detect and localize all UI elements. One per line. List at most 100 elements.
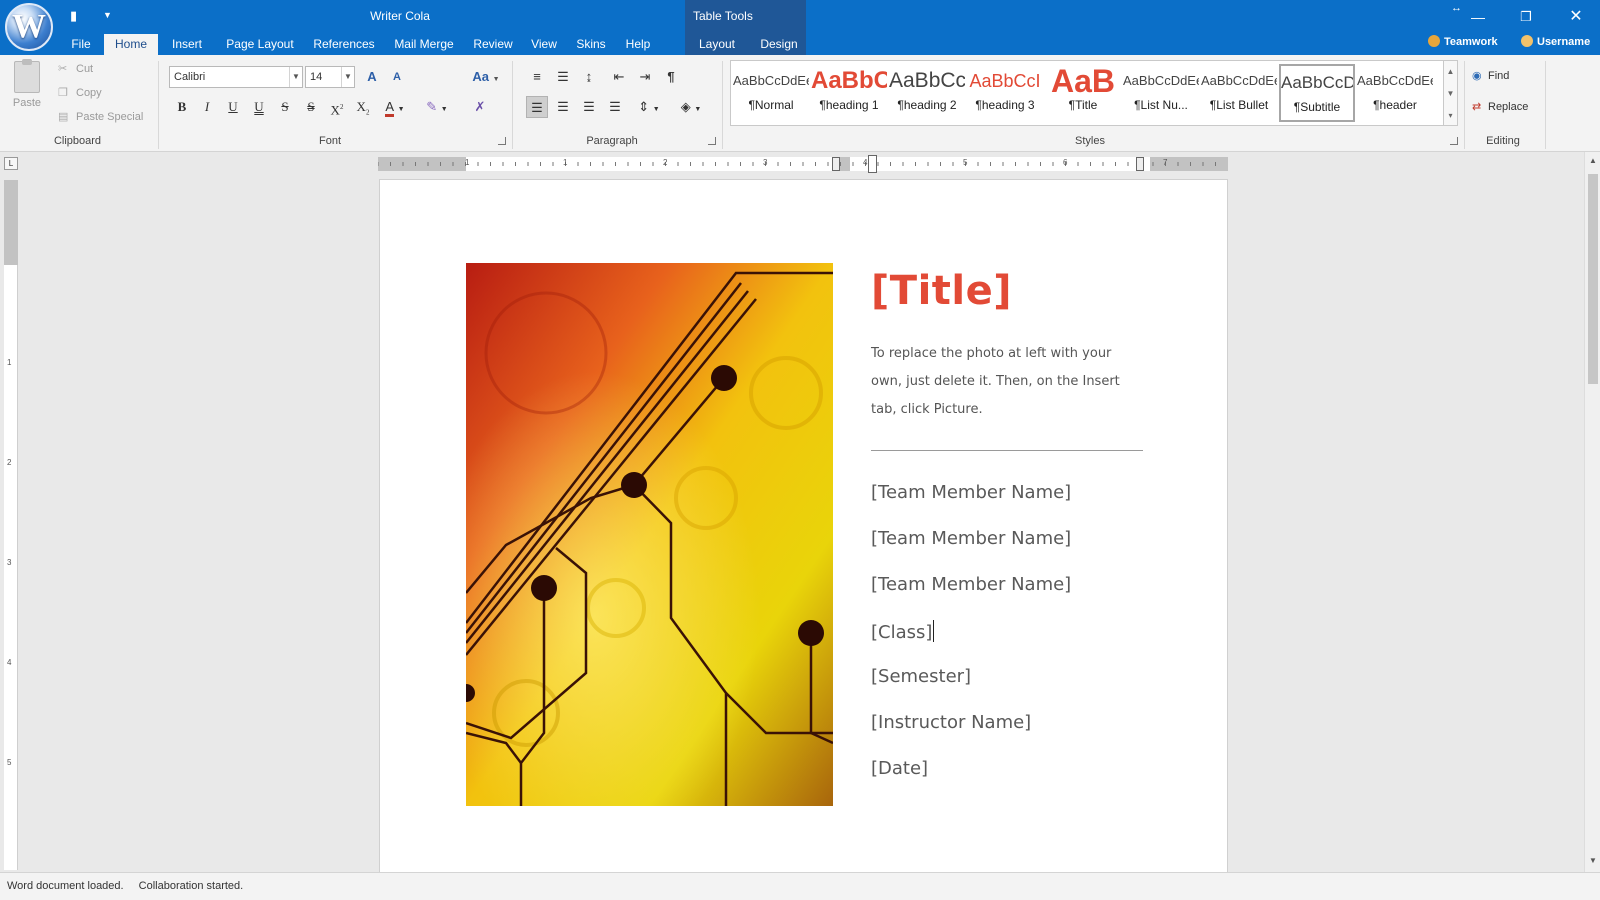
styles-dialog-launcher-icon[interactable] xyxy=(1450,137,1458,145)
style-title[interactable]: AaB ¶Title xyxy=(1045,64,1121,122)
tab-home[interactable]: Home xyxy=(104,34,158,55)
quick-access-dropdown-icon[interactable]: ▼ xyxy=(103,10,112,20)
ruler-number: 1 xyxy=(7,358,12,367)
ruler-ticks xyxy=(378,162,1216,166)
style-list-number[interactable]: AaBbCcDdEe ¶List Nu... xyxy=(1123,64,1199,122)
document-title[interactable]: [Title] xyxy=(871,268,1012,314)
paragraph-dialog-launcher-icon[interactable] xyxy=(708,137,716,145)
scrollbar-thumb[interactable] xyxy=(1588,174,1598,384)
close-button[interactable]: ✕ xyxy=(1560,5,1592,29)
paste-special-button[interactable]: ▤ Paste Special xyxy=(58,108,143,126)
tab-skins[interactable]: Skins xyxy=(570,34,612,55)
save-icon[interactable]: ▮ xyxy=(70,8,77,24)
app-logo-button[interactable]: W xyxy=(5,3,53,51)
user-account-button[interactable]: Username xyxy=(1521,35,1590,48)
style-list-bullet[interactable]: AaBbCcDdEe ¶List Bullet xyxy=(1201,64,1277,122)
minimize-button[interactable]: — xyxy=(1462,5,1494,29)
vertical-scrollbar[interactable]: ▲ ▼ xyxy=(1584,152,1600,872)
style-heading-1[interactable]: AaBbC ¶heading 1 xyxy=(811,64,887,122)
team-member-name-3[interactable]: [Team Member Name] xyxy=(871,574,1071,595)
tab-references[interactable]: References xyxy=(308,34,380,55)
ruler-column-marker[interactable] xyxy=(832,157,840,171)
document-description[interactable]: To replace the photo at left with your o… xyxy=(871,340,1139,424)
tab-file[interactable]: File xyxy=(58,34,104,55)
class-line[interactable]: [Class] xyxy=(871,620,935,643)
shrink-font-button[interactable]: A xyxy=(386,66,408,88)
copy-button[interactable]: ❐ Copy xyxy=(58,84,102,102)
instructor-name-line[interactable]: [Instructor Name] xyxy=(871,712,1031,733)
paste-special-icon: ▤ xyxy=(58,111,69,123)
tab-review[interactable]: Review xyxy=(468,34,518,55)
replace-button[interactable]: ⇄ Replace xyxy=(1472,97,1528,117)
find-label: Find xyxy=(1488,70,1510,82)
subscript-button[interactable]: X2 xyxy=(352,96,374,118)
style-subtitle[interactable]: AaBbCcD ¶Subtitle xyxy=(1279,64,1355,122)
align-left-button[interactable]: ☰ xyxy=(526,96,548,118)
ruler-column-marker[interactable] xyxy=(1136,157,1144,171)
bold-button[interactable]: B xyxy=(171,96,193,118)
restore-button[interactable]: ❐ xyxy=(1510,5,1542,29)
cover-photo[interactable] xyxy=(466,263,833,806)
show-formatting-marks-button[interactable]: ¶ xyxy=(660,66,682,88)
tab-design[interactable]: Design xyxy=(752,34,806,55)
font-color-button[interactable]: A ▼ xyxy=(380,96,410,118)
font-size-select[interactable]: 14 ▼ xyxy=(305,66,355,88)
styles-expand-icon[interactable]: ▾ xyxy=(1444,105,1457,127)
paste-button[interactable]: Paste xyxy=(8,59,46,115)
team-member-name-1[interactable]: [Team Member Name] xyxy=(871,482,1071,503)
grow-font-button[interactable]: A xyxy=(361,66,383,88)
teamwork-button[interactable]: Teamwork xyxy=(1428,35,1498,48)
styles-scroll-down-icon[interactable]: ▼ xyxy=(1444,83,1457,105)
superscript-button[interactable]: X2 xyxy=(326,96,348,118)
justify-button[interactable]: ☰ xyxy=(604,96,626,118)
numbering-button[interactable]: ☰ xyxy=(552,66,574,88)
change-case-button[interactable]: Aa ▼ xyxy=(468,66,504,88)
tab-page-layout[interactable]: Page Layout xyxy=(220,34,300,55)
ruler-number: 5 xyxy=(963,158,968,167)
cut-button[interactable]: ✂ Cut xyxy=(58,60,93,78)
font-dialog-launcher-icon[interactable] xyxy=(498,137,506,145)
style-name: ¶heading 2 xyxy=(897,98,957,112)
vertical-ruler[interactable]: 1 2 3 4 5 xyxy=(4,180,18,870)
underline-button[interactable]: U xyxy=(222,96,244,118)
style-heading-3[interactable]: AaBbCcI ¶heading 3 xyxy=(967,64,1043,122)
double-strikethrough-button[interactable]: S xyxy=(300,96,322,118)
style-normal[interactable]: AaBbCcDdEe ¶Normal xyxy=(733,64,809,122)
scroll-up-icon[interactable]: ▲ xyxy=(1585,156,1600,170)
scroll-down-icon[interactable]: ▼ xyxy=(1585,856,1600,870)
ruler-indent-marker[interactable] xyxy=(868,155,877,173)
italic-button[interactable]: I xyxy=(196,96,218,118)
align-right-button[interactable]: ☰ xyxy=(578,96,600,118)
horizontal-rule xyxy=(871,450,1143,451)
editing-group-label: Editing xyxy=(1486,135,1520,147)
semester-line[interactable]: [Semester] xyxy=(871,666,971,687)
strikethrough-button[interactable]: S xyxy=(274,96,296,118)
style-header[interactable]: AaBbCcDdEe ¶header xyxy=(1357,64,1433,122)
styles-scroll-up-icon[interactable]: ▲ xyxy=(1444,61,1457,83)
align-center-button[interactable]: ☰ xyxy=(552,96,574,118)
tab-mail-merge[interactable]: Mail Merge xyxy=(388,34,460,55)
ruler-number: 1 xyxy=(563,158,568,167)
document-canvas[interactable]: [Title] To replace the photo at left wit… xyxy=(22,176,1582,872)
tab-insert[interactable]: Insert xyxy=(162,34,212,55)
team-member-name-2[interactable]: [Team Member Name] xyxy=(871,528,1071,549)
find-button[interactable]: ◉ Find xyxy=(1472,66,1509,86)
date-line[interactable]: [Date] xyxy=(871,758,928,779)
multilevel-list-button[interactable]: ↨ xyxy=(578,66,600,88)
tab-view[interactable]: View xyxy=(524,34,564,55)
tab-layout[interactable]: Layout xyxy=(692,34,742,55)
highlight-button[interactable]: ✎ ▼ xyxy=(420,96,454,118)
increase-indent-button[interactable]: ⇥ xyxy=(634,66,656,88)
tab-selector-button[interactable]: L xyxy=(4,157,18,170)
font-name-select[interactable]: Calibri ▼ xyxy=(169,66,303,88)
decrease-indent-button[interactable]: ⇤ xyxy=(608,66,630,88)
double-underline-button[interactable]: U xyxy=(248,96,270,118)
line-spacing-button[interactable]: ⇕ ▼ xyxy=(632,96,666,118)
bullets-button[interactable]: ≡ xyxy=(526,66,548,88)
horizontal-ruler[interactable]: 1 1 2 3 4 5 6 7 xyxy=(378,155,1228,173)
shading-button[interactable]: ◈ ▼ xyxy=(674,96,708,118)
style-heading-2[interactable]: AaBbCc ¶heading 2 xyxy=(889,64,965,122)
clear-formatting-button[interactable]: ✗ xyxy=(469,96,491,118)
document-page[interactable]: [Title] To replace the photo at left wit… xyxy=(379,179,1228,872)
tab-help[interactable]: Help xyxy=(618,34,658,55)
